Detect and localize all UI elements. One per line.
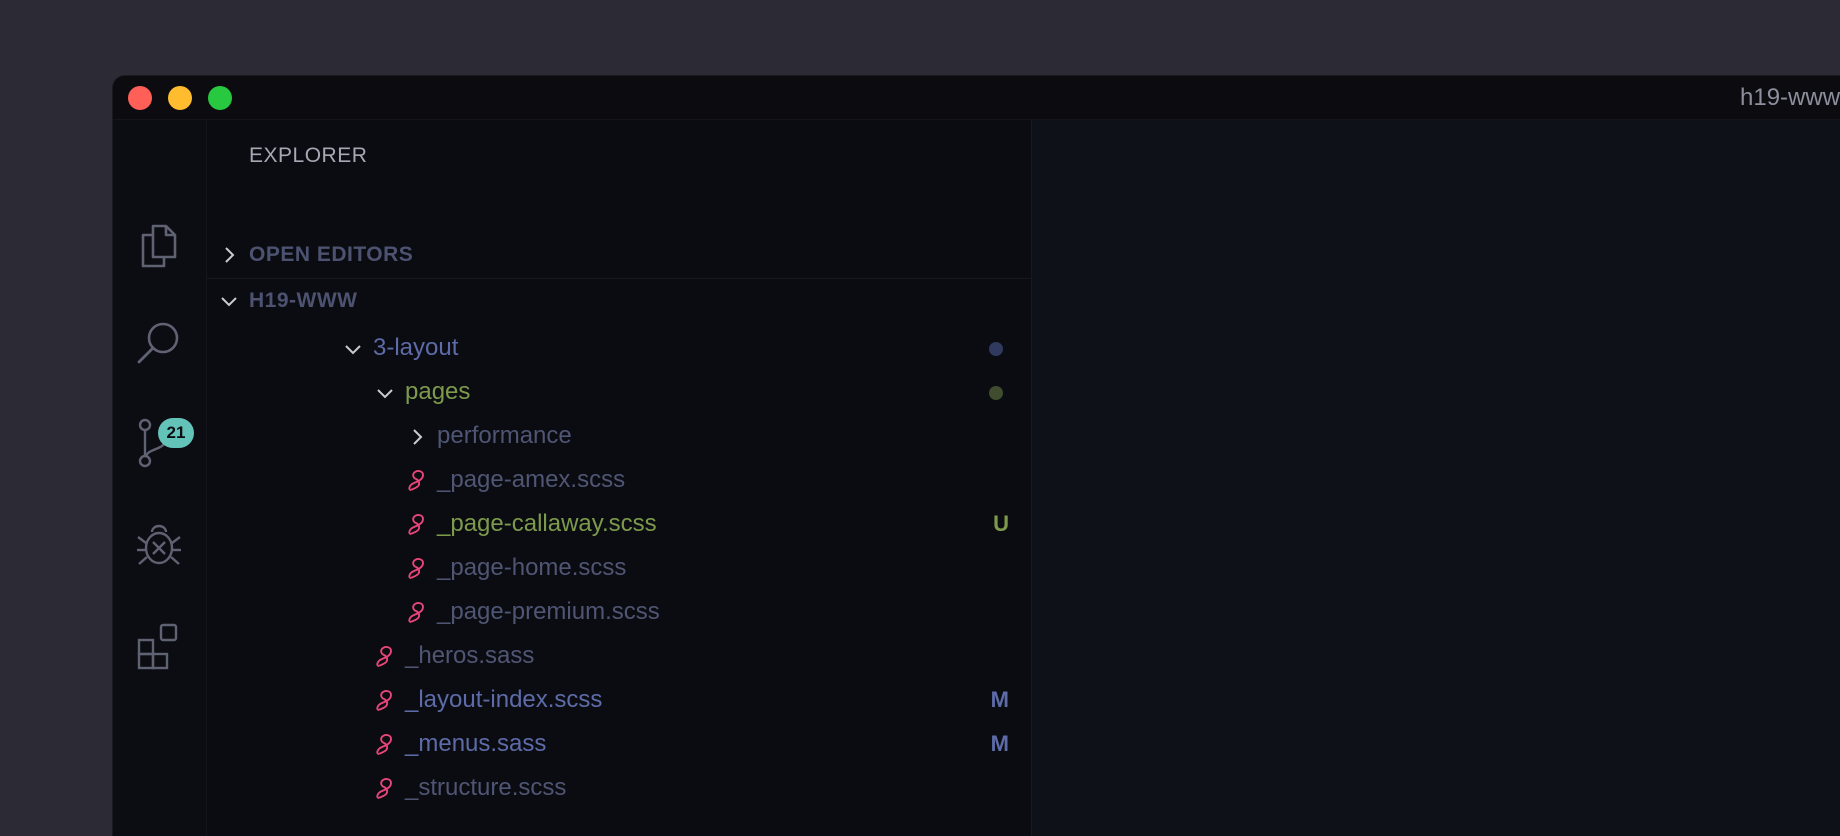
tree-file-page-home[interactable]: _page-home.scss xyxy=(207,548,1031,590)
sass-icon xyxy=(408,558,424,579)
debug-icon xyxy=(137,524,181,565)
file-name: _page-home.scss xyxy=(437,554,627,581)
file-name: _page-callaway.scss xyxy=(437,510,657,537)
file-name: _page-amex.scss xyxy=(437,466,626,493)
activity-explorer[interactable] xyxy=(133,220,185,272)
tree-folder-performance[interactable]: performance xyxy=(207,416,1031,458)
section-open-editors[interactable]: OPEN EDITORS xyxy=(207,235,1031,275)
activity-extensions[interactable] xyxy=(133,620,185,672)
tree-file-menus[interactable]: _menus.sass M xyxy=(207,724,1031,766)
tree-file-structure[interactable]: _structure.scss xyxy=(207,768,1031,810)
sass-icon xyxy=(408,470,424,491)
chevron-right-icon xyxy=(413,429,423,445)
source-control-badge: 21 xyxy=(158,418,194,448)
activity-bar: 21 xyxy=(113,120,207,836)
sass-icon xyxy=(408,514,424,535)
activity-search[interactable] xyxy=(133,318,185,370)
git-status-modified: M xyxy=(990,687,1009,712)
close-window-button[interactable] xyxy=(128,86,152,110)
tree-folder-pages[interactable]: pages xyxy=(207,372,1031,414)
chevron-down-icon xyxy=(345,345,361,355)
sass-icon xyxy=(376,734,392,755)
files-icon xyxy=(141,224,177,268)
git-status-modified: M xyxy=(990,731,1009,756)
maximize-window-button[interactable] xyxy=(208,86,232,110)
explorer-sidebar: EXPLORER OPEN EDITORS H19-WWW 3-layout p… xyxy=(207,120,1032,836)
git-status-untracked: U xyxy=(993,511,1009,536)
chevron-down-icon xyxy=(221,297,237,307)
file-name: _structure.scss xyxy=(405,774,567,801)
title-bar: h19-www xyxy=(113,76,1840,120)
git-status-dot xyxy=(989,386,1003,400)
search-icon xyxy=(137,322,179,364)
tree-folder-3-layout[interactable]: 3-layout xyxy=(207,328,1031,370)
tree-file-page-premium[interactable]: _page-premium.scss xyxy=(207,592,1031,634)
section-divider xyxy=(207,278,1031,279)
folder-name: pages xyxy=(405,378,471,405)
window-title: h19-www xyxy=(1740,84,1840,111)
file-name: _heros.sass xyxy=(405,642,535,669)
tree-file-layout-index[interactable]: _layout-index.scss M xyxy=(207,680,1031,722)
sass-icon xyxy=(408,602,424,623)
activity-debug[interactable] xyxy=(133,520,185,572)
editor-area[interactable] xyxy=(1032,120,1840,836)
sidebar-title: EXPLORER xyxy=(249,144,368,167)
sass-icon xyxy=(376,690,392,711)
sass-icon xyxy=(376,646,392,667)
folder-name: performance xyxy=(437,422,572,449)
file-name: _layout-index.scss xyxy=(405,686,603,713)
extensions-icon xyxy=(137,623,178,670)
minimize-window-button[interactable] xyxy=(168,86,192,110)
file-name: _menus.sass xyxy=(405,730,547,757)
tree-file-page-callaway[interactable]: _page-callaway.scss U xyxy=(207,504,1031,546)
tree-file-heros[interactable]: _heros.sass xyxy=(207,636,1031,678)
folder-name: 3-layout xyxy=(373,334,459,361)
chevron-down-icon xyxy=(377,389,393,399)
git-status-dot xyxy=(989,342,1003,356)
section-label: OPEN EDITORS xyxy=(249,243,414,266)
chevron-right-icon xyxy=(225,247,235,263)
file-name: _page-premium.scss xyxy=(437,598,660,625)
app-window: h19-www 21 EXPLORER OPEN EDITORS H19-WWW… xyxy=(113,76,1840,836)
tree-file-page-amex[interactable]: _page-amex.scss xyxy=(207,460,1031,502)
section-label: H19-WWW xyxy=(249,289,358,312)
section-h19-www[interactable]: H19-WWW xyxy=(207,281,1031,321)
